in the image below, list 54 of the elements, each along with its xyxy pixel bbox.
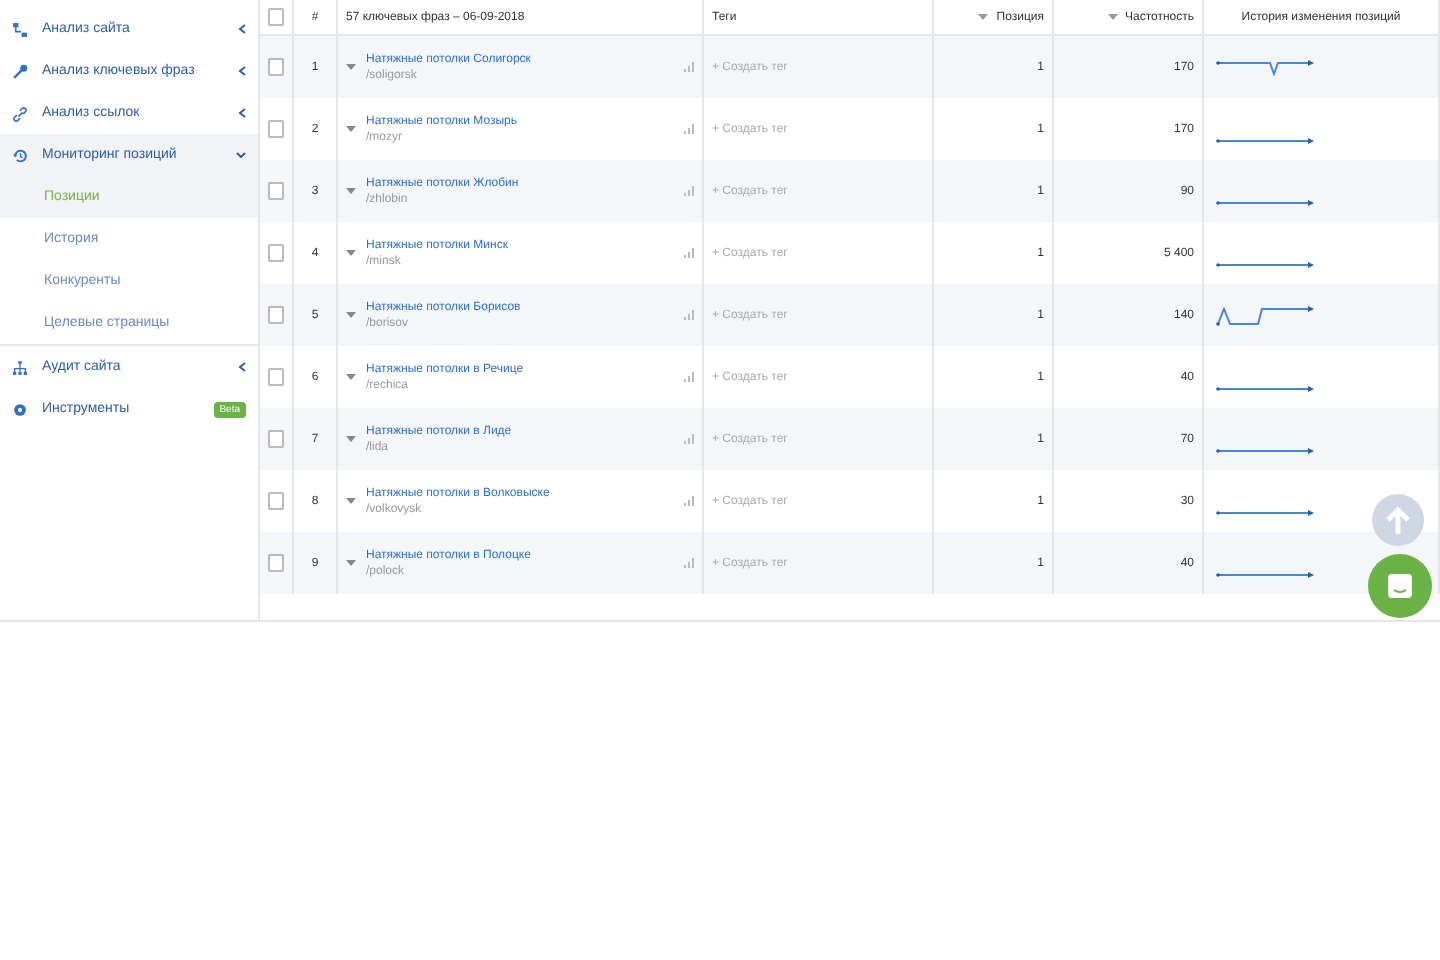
position-history-sparkline xyxy=(1216,59,1314,75)
position-history-sparkline xyxy=(1216,305,1314,325)
position-history-sparkline xyxy=(1216,262,1314,268)
caret-icon[interactable] xyxy=(346,436,356,442)
gear-icon xyxy=(12,401,28,417)
position-history-sparkline xyxy=(1216,386,1314,392)
sitemap-icon xyxy=(12,21,28,37)
bar-chart-icon[interactable] xyxy=(684,62,694,72)
position-history-sparkline xyxy=(1216,138,1314,144)
history-icon xyxy=(12,147,28,163)
key-icon xyxy=(12,63,28,79)
row-checkbox[interactable] xyxy=(268,58,284,76)
position-history-sparkline xyxy=(1216,448,1314,454)
caret-icon[interactable] xyxy=(346,560,356,566)
select-all-checkbox[interactable] xyxy=(268,8,284,26)
sort-arrow-icon[interactable] xyxy=(1107,14,1117,20)
row-checkbox[interactable] xyxy=(268,182,284,200)
chevron-left-icon xyxy=(238,108,246,118)
hierarchy-icon xyxy=(12,359,28,375)
caret-icon[interactable] xyxy=(346,64,356,70)
caret-icon[interactable] xyxy=(346,126,356,132)
row-checkbox[interactable] xyxy=(268,368,284,386)
bar-chart-icon[interactable] xyxy=(684,372,694,382)
arrow-up-icon xyxy=(1386,506,1410,534)
row-checkbox[interactable] xyxy=(268,120,284,138)
bar-chart-icon[interactable] xyxy=(684,310,694,320)
row-checkbox[interactable] xyxy=(268,244,284,262)
caret-icon[interactable] xyxy=(346,250,356,256)
row-checkbox[interactable] xyxy=(268,306,284,324)
bar-chart-icon[interactable] xyxy=(684,496,694,506)
scroll-to-top-button[interactable] xyxy=(1372,494,1424,546)
position-history-sparkline xyxy=(1216,510,1314,516)
bar-chart-icon[interactable] xyxy=(684,186,694,196)
caret-icon[interactable] xyxy=(346,188,356,194)
sort-arrow-icon[interactable] xyxy=(978,14,989,20)
bar-chart-icon[interactable] xyxy=(684,558,694,568)
row-checkbox[interactable] xyxy=(268,430,284,448)
row-checkbox[interactable] xyxy=(268,492,284,510)
caret-icon[interactable] xyxy=(346,374,356,380)
chevron-left-icon xyxy=(238,362,246,372)
chevron-down-icon xyxy=(236,152,246,158)
link-icon xyxy=(12,105,28,121)
position-history-sparkline xyxy=(1216,572,1314,578)
bar-chart-icon[interactable] xyxy=(684,434,694,444)
chat-icon xyxy=(1386,572,1414,600)
row-checkbox[interactable] xyxy=(268,554,284,572)
chat-button[interactable] xyxy=(1368,554,1432,618)
chevron-left-icon xyxy=(238,24,246,34)
caret-icon[interactable] xyxy=(346,312,356,318)
bar-chart-icon[interactable] xyxy=(684,248,694,258)
caret-icon[interactable] xyxy=(346,498,356,504)
position-history-sparkline xyxy=(1216,200,1314,206)
chevron-left-icon xyxy=(238,66,246,76)
bar-chart-icon[interactable] xyxy=(684,124,694,134)
